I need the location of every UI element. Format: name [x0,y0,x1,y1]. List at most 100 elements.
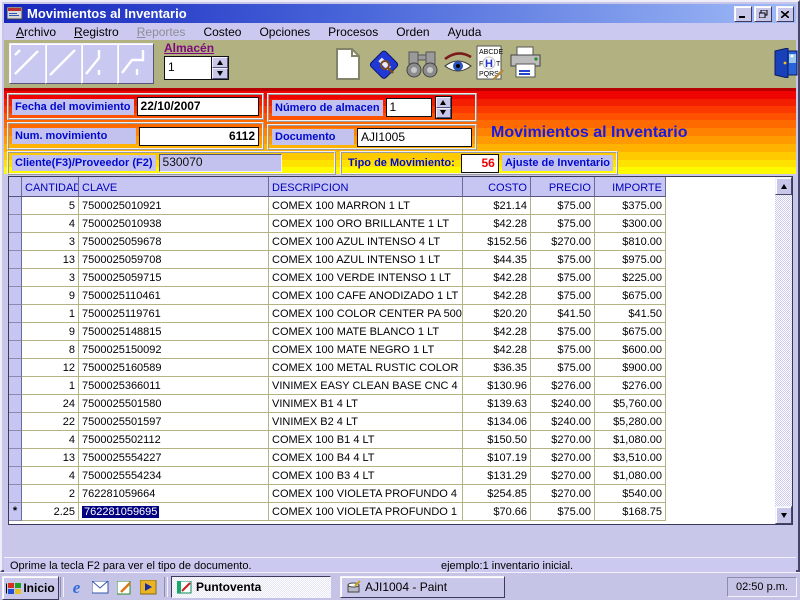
printer-icon[interactable] [508,46,544,87]
cell[interactable]: 9 [22,287,79,305]
cell[interactable]: $75.00 [531,215,595,233]
cell[interactable]: $270.00 [531,467,595,485]
table-row[interactable]: * 2.25 762281059695 COMEX 100 VIOLETA PROFU… [9,503,792,521]
spin-down-icon[interactable] [212,68,228,79]
cell[interactable]: 7500025059678 [79,233,269,251]
cell[interactable]: $5,760.00 [595,395,666,413]
cell[interactable]: $675.00 [595,287,666,305]
table-row[interactable]: 3 7500025059715 COMEX 100 VERDE INTENSO 1 … [9,269,792,287]
table-row[interactable]: 4 7500025502112 COMEX 100 B1 4 LT $150.50 $2… [9,431,792,449]
nav-next-button[interactable] [81,43,118,84]
table-row[interactable]: 9 7500025148815 COMEX 100 MATE BLANCO 1 LT… [9,323,792,341]
cell[interactable]: 7500025059715 [79,269,269,287]
cell[interactable]: COMEX 100 B1 4 LT [269,431,463,449]
spin-down-icon[interactable] [435,107,451,118]
cell[interactable]: $42.28 [463,341,531,359]
cell[interactable]: $1,080.00 [595,467,666,485]
nav-last-button[interactable] [117,43,154,84]
cell[interactable]: COMEX 100 COLOR CENTER PA 500 [269,305,463,323]
cell[interactable]: 7500025554227 [79,449,269,467]
cell[interactable]: $75.00 [531,287,595,305]
cell[interactable]: $44.35 [463,251,531,269]
minimize-button[interactable] [734,6,752,22]
table-row[interactable]: 13 7500025554227 COMEX 100 B4 4 LT $107.19 $… [9,449,792,467]
cell[interactable]: $270.00 [531,431,595,449]
cell[interactable]: 13 [22,251,79,269]
cell[interactable]: 7500025010921 [79,197,269,215]
cell[interactable]: $270.00 [531,233,595,251]
spin-up-icon[interactable] [435,97,451,108]
cell[interactable]: 3 [22,233,79,251]
nav-prev-button[interactable] [45,43,82,84]
new-document-icon[interactable] [335,48,361,85]
cell[interactable]: COMEX 100 AZUL INTENSO 4 LT [269,233,463,251]
cell[interactable]: $152.56 [463,233,531,251]
cell[interactable]: $3,510.00 [595,449,666,467]
scroll-down-icon[interactable] [775,506,792,524]
menu-opciones[interactable]: Opciones [250,24,319,40]
exit-door-icon[interactable] [773,47,798,83]
almacen-value[interactable]: 1 [165,57,211,79]
cell[interactable]: 7500025110461 [79,287,269,305]
col-header-descripcion[interactable]: DESCRIPCION [269,177,463,197]
cell[interactable]: $1,080.00 [595,431,666,449]
start-button[interactable]: Inicio [2,576,59,600]
documento-input[interactable]: AJI1005 [357,127,472,147]
cell[interactable]: COMEX 100 B4 4 LT [269,449,463,467]
cell[interactable]: VINIMEX EASY CLEAN BASE CNC 4 [269,377,463,395]
cell[interactable]: $42.28 [463,269,531,287]
cell[interactable]: $540.00 [595,485,666,503]
cell[interactable]: $225.00 [595,269,666,287]
cell[interactable]: 2.25 [22,503,79,521]
cell[interactable]: COMEX 100 VIOLETA PROFUNDO 1 [269,503,463,521]
cell[interactable]: $300.00 [595,215,666,233]
cell[interactable]: 4 [22,215,79,233]
table-row[interactable]: 1 7500025366011 VINIMEX EASY CLEAN BASE CN… [9,377,792,395]
cell[interactable]: 7500025160589 [79,359,269,377]
cell[interactable]: 8 [22,341,79,359]
spin-up-icon[interactable] [212,57,228,68]
table-row[interactable]: 2 762281059664 COMEX 100 VIOLETA PROFUNDO … [9,485,792,503]
cell[interactable]: $675.00 [595,323,666,341]
cell[interactable]: 7500025010938 [79,215,269,233]
cell[interactable]: 7500025148815 [79,323,269,341]
cell[interactable]: $75.00 [531,269,595,287]
num-almacen-input[interactable]: 1 [385,98,432,117]
cell[interactable]: 1 [22,377,79,395]
cell[interactable]: COMEX 100 MATE BLANCO 1 LT [269,323,463,341]
cell[interactable]: $21.14 [463,197,531,215]
cell[interactable]: 4 [22,431,79,449]
cell[interactable]: $810.00 [595,233,666,251]
cell[interactable]: COMEX 100 B3 4 LT [269,467,463,485]
cell[interactable]: $134.06 [463,413,531,431]
cell[interactable]: COMEX 100 METAL RUSTIC COLOR [269,359,463,377]
cell[interactable]: 22 [22,413,79,431]
menu-registro[interactable]: Registro [65,24,128,40]
num-almacen-spinner[interactable] [434,96,452,119]
cell[interactable]: 12 [22,359,79,377]
cell[interactable]: $270.00 [531,449,595,467]
table-row[interactable]: 8 7500025150092 COMEX 100 MATE NEGRO 1 LT $… [9,341,792,359]
almacen-spinner[interactable]: 1 [164,56,229,80]
tipo-movimiento-input[interactable]: 56 [460,153,499,173]
task-paint[interactable]: AJI1004 - Paint [340,576,505,598]
binoculars-icon[interactable] [405,49,439,84]
cliente-input[interactable]: 530070 [158,154,282,172]
cell[interactable]: $20.20 [463,305,531,323]
table-row[interactable]: 9 7500025110461 COMEX 100 CAFE ANODIZADO 1… [9,287,792,305]
menu-archivo[interactable]: Archivo [7,24,65,40]
cell[interactable]: $240.00 [531,395,595,413]
col-header-cantidad[interactable]: CANTIDAD [22,177,79,197]
cell[interactable]: $75.00 [531,503,595,521]
task-puntoventa[interactable]: Puntoventa [171,576,331,598]
cell[interactable]: 24 [22,395,79,413]
cell[interactable]: $130.96 [463,377,531,395]
cell[interactable]: 3 [22,269,79,287]
cell[interactable]: $42.28 [463,215,531,233]
cell[interactable]: $75.00 [531,323,595,341]
cell[interactable]: 13 [22,449,79,467]
system-tray-clock[interactable]: 02:50 p.m. [727,577,797,597]
cell[interactable]: $41.50 [531,305,595,323]
table-row[interactable]: 12 7500025160589 COMEX 100 METAL RUSTIC CO… [9,359,792,377]
cell[interactable]: $131.29 [463,467,531,485]
